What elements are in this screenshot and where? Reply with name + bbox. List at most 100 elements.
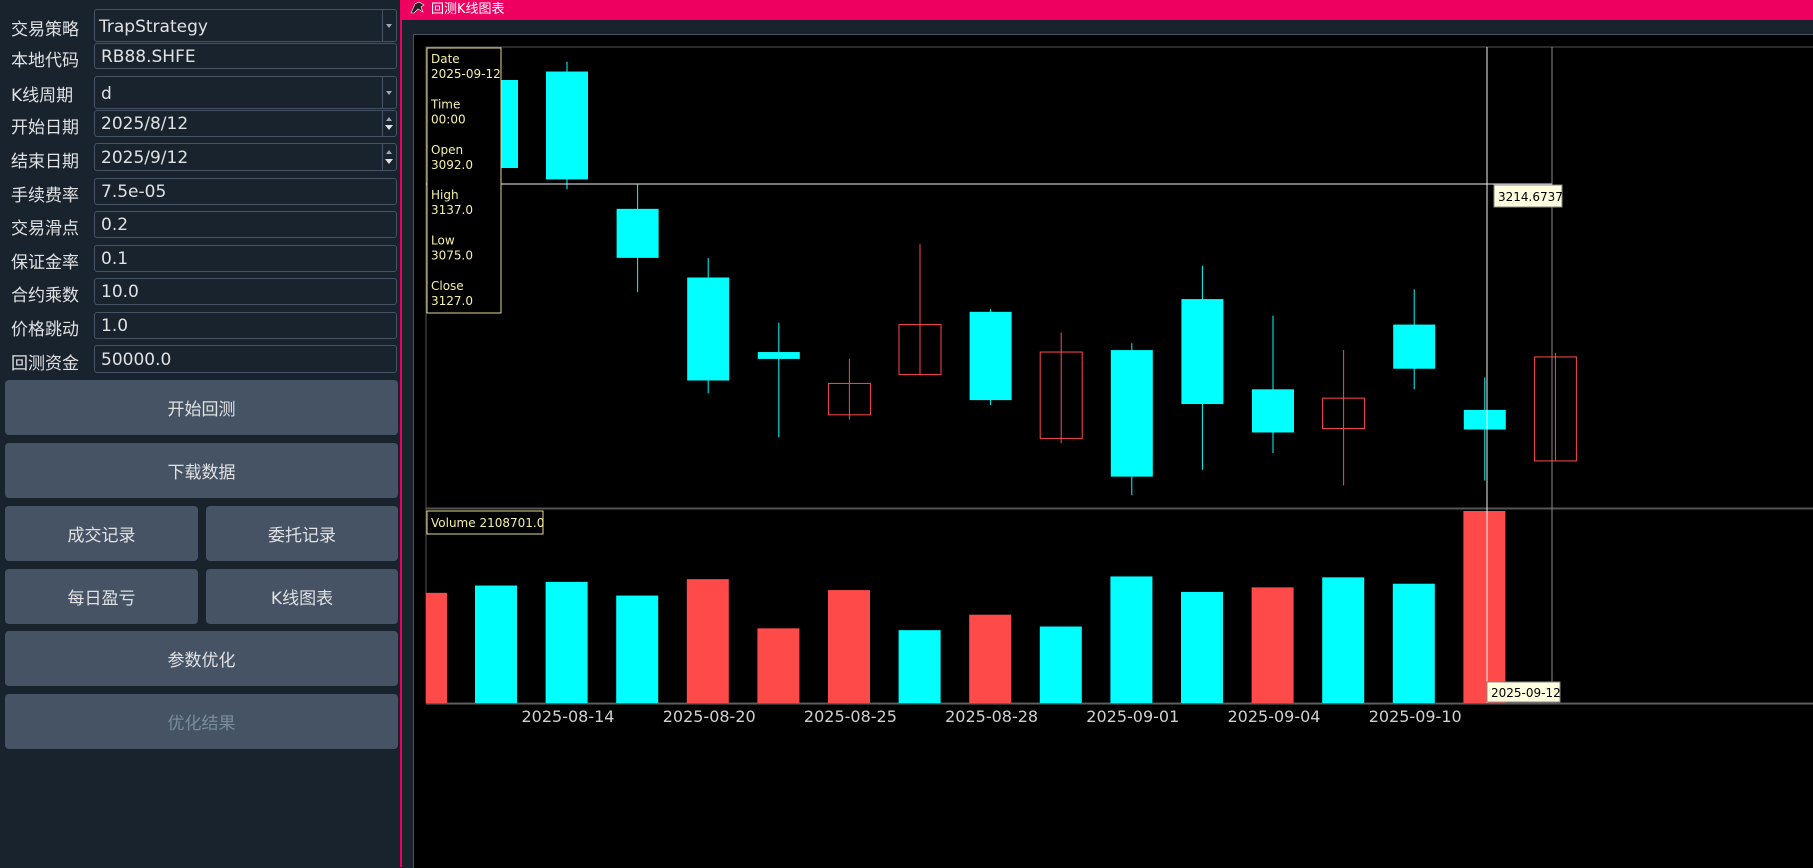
rate-row: 手续费率 7.5e-05 <box>0 178 400 206</box>
start-date-label: 开始日期 <box>11 118 79 138</box>
date-spinner[interactable] <box>382 111 396 136</box>
infobox-high-value: 3137.0 <box>431 203 473 217</box>
start-date-value: 2025/8/12 <box>101 114 189 134</box>
infobox-date-value: 2025-09-12 <box>431 67 501 81</box>
x-tick-label: 2025-09-04 <box>1228 707 1321 726</box>
chevron-down-icon[interactable] <box>382 77 396 108</box>
volume-bar <box>757 628 800 703</box>
ohlc-infobox <box>426 47 502 314</box>
infobox-open-label: Open <box>431 143 463 157</box>
x-tick-label: 2025-08-28 <box>945 707 1038 726</box>
code-input[interactable]: RB88.SHFE <box>94 43 397 69</box>
rate-label: 手续费率 <box>11 186 79 206</box>
app-logo-icon <box>410 1 425 14</box>
x-tick-label: 2025-08-14 <box>522 707 615 726</box>
capital-row: 回测资金 50000.0 <box>0 345 400 374</box>
candle[interactable] <box>546 71 588 180</box>
infobox-low-label: Low <box>431 234 455 248</box>
volume-infobox-label: Volume 2108701.0 <box>431 516 544 530</box>
interval-combobox[interactable]: d <box>94 76 397 109</box>
infobox-close-label: Close <box>431 279 464 293</box>
volume-bar <box>1251 587 1294 703</box>
order-records-button[interactable]: 委托记录 <box>206 506 398 561</box>
chevron-down-icon[interactable] <box>382 10 396 41</box>
size-input[interactable]: 10.0 <box>94 278 397 305</box>
date-spinner[interactable] <box>382 144 396 170</box>
crosshair-price-label: 3214.6737 <box>1498 190 1563 204</box>
pricetick-row: 价格跳动 1.0 <box>0 312 400 340</box>
size-label: 合约乘数 <box>11 286 79 306</box>
margin-row: 保证金率 0.1 <box>0 245 400 273</box>
volume-bar <box>1392 583 1435 703</box>
strategy-row: 交易策略 TrapStrategy <box>0 9 400 42</box>
chart-area[interactable]: 2025-08-14 2025-08-20 2025-08-25 2025-08-28… <box>413 34 1813 868</box>
infobox-low-value: 3075.0 <box>431 249 473 263</box>
slippage-input[interactable]: 0.2 <box>94 211 397 238</box>
interval-value: d <box>101 84 112 104</box>
size-value: 10.0 <box>101 282 139 302</box>
start-date-row: 开始日期 2025/8/12 <box>0 110 400 138</box>
start-date-edit[interactable]: 2025/8/12 <box>94 110 397 137</box>
kline-chart-button[interactable]: K线图表 <box>206 569 398 624</box>
volume-bar <box>898 630 941 703</box>
strategy-combobox[interactable]: TrapStrategy <box>94 9 397 42</box>
volume-bar <box>686 579 729 703</box>
slippage-label: 交易滑点 <box>11 219 79 239</box>
candlestick-chart[interactable]: 2025-08-14 2025-08-20 2025-08-25 2025-08-28… <box>414 35 1813 868</box>
trade-records-button[interactable]: 成交记录 <box>5 506 198 561</box>
rate-input[interactable]: 7.5e-05 <box>94 178 397 205</box>
code-label: 本地代码 <box>11 51 79 71</box>
candle[interactable] <box>616 208 659 258</box>
window-title: 回测K线图表 <box>431 2 505 17</box>
volume-bar <box>1181 591 1223 703</box>
pricetick-input[interactable]: 1.0 <box>94 312 397 339</box>
candle[interactable] <box>1181 299 1224 405</box>
size-row: 合约乘数 10.0 <box>0 278 400 306</box>
margin-label: 保证金率 <box>11 253 79 273</box>
candle[interactable] <box>687 277 730 381</box>
volume-bar <box>616 595 659 703</box>
optimize-button[interactable]: 参数优化 <box>5 631 398 686</box>
candle[interactable] <box>501 80 518 168</box>
start-backtest-button[interactable]: 开始回测 <box>5 380 398 435</box>
volume-bar <box>1039 626 1082 703</box>
infobox-high-label: High <box>431 188 459 202</box>
crosshair-date-label: 2025-09-12 <box>1491 686 1561 700</box>
x-tick-label: 2025-09-10 <box>1369 707 1462 726</box>
infobox-close-value: 3127.0 <box>431 294 473 308</box>
strategy-label: 交易策略 <box>11 20 79 40</box>
candle[interactable] <box>1110 350 1153 477</box>
window-border <box>400 0 402 867</box>
candle[interactable] <box>757 352 800 359</box>
end-date-label: 结束日期 <box>11 152 79 172</box>
window-titlebar[interactable] <box>402 0 1813 20</box>
capital-input[interactable]: 50000.0 <box>94 345 397 373</box>
capital-label: 回测资金 <box>11 354 79 374</box>
infobox-time-label: Time <box>430 97 460 111</box>
candle[interactable] <box>1252 389 1294 433</box>
candle[interactable] <box>969 311 1012 401</box>
backtest-settings-panel: 交易策略 TrapStrategy 本地代码 RB88.SHFE K线周期 d … <box>0 0 400 867</box>
x-tick-label: 2025-08-20 <box>663 707 756 726</box>
code-row: 本地代码 RB88.SHFE <box>0 43 400 71</box>
candle[interactable] <box>1393 324 1436 369</box>
daily-pnl-button[interactable]: 每日盈亏 <box>5 569 198 624</box>
interval-row: K线周期 d <box>0 76 400 109</box>
volume-bar <box>1322 577 1365 703</box>
x-tick-label: 2025-08-25 <box>804 707 897 726</box>
optimize-result-button: 优化结果 <box>5 694 398 749</box>
infobox-open-value: 3092.0 <box>431 158 473 172</box>
margin-input[interactable]: 0.1 <box>94 245 397 272</box>
volume-bar <box>475 585 517 703</box>
download-data-button[interactable]: 下载数据 <box>5 443 398 498</box>
candle[interactable] <box>1463 409 1506 430</box>
infobox-date-label: Date <box>431 52 460 66</box>
x-tick-label: 2025-09-01 <box>1086 707 1179 726</box>
end-date-edit[interactable]: 2025/9/12 <box>94 143 397 171</box>
volume-bar <box>969 614 1012 703</box>
margin-value: 0.1 <box>101 249 129 269</box>
volume-bar <box>1110 576 1153 703</box>
pricetick-label: 价格跳动 <box>11 320 79 340</box>
end-date-value: 2025/9/12 <box>101 148 189 168</box>
pricetick-value: 1.0 <box>101 316 129 336</box>
